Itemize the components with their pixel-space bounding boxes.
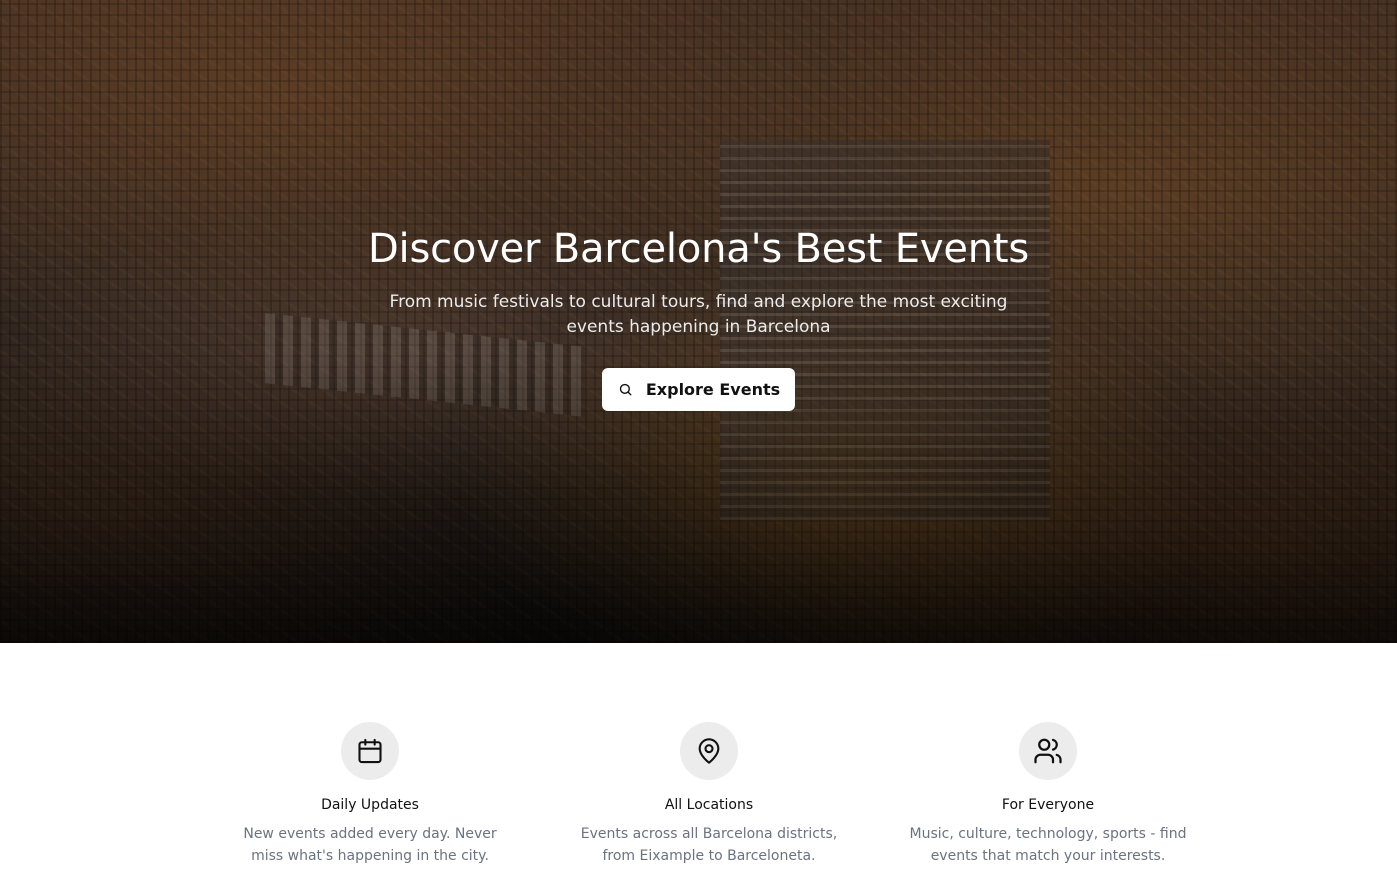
feature-all-locations: All Locations Events across all Barcelon… xyxy=(559,722,859,867)
search-icon xyxy=(618,382,633,397)
feature-for-everyone: For Everyone Music, culture, technology,… xyxy=(898,722,1198,867)
calendar-icon xyxy=(341,722,399,780)
feature-daily-updates: Daily Updates New events added every day… xyxy=(220,722,520,867)
hero-content: Discover Barcelona's Best Events From mu… xyxy=(0,222,1397,411)
explore-events-button[interactable]: Explore Events xyxy=(601,368,796,411)
features-section: Daily Updates New events added every day… xyxy=(0,643,1397,884)
map-pin-icon xyxy=(680,722,738,780)
users-icon xyxy=(1019,722,1077,780)
feature-title: For Everyone xyxy=(1001,797,1095,813)
feature-description: Music, culture, technology, sports - fin… xyxy=(909,826,1187,864)
hero-section: Discover Barcelona's Best Events From mu… xyxy=(0,0,1397,643)
explore-events-label: Explore Events xyxy=(645,380,781,399)
feature-description: New events added every day. Never miss w… xyxy=(243,826,497,864)
hero-subtitle: From music festivals to cultural tours, … xyxy=(389,292,1008,337)
feature-title: All Locations xyxy=(664,797,754,813)
feature-title: Daily Updates xyxy=(321,797,419,813)
feature-description: Events across all Barcelona districts, f… xyxy=(580,826,838,864)
hero-title: Discover Barcelona's Best Events xyxy=(367,226,1030,272)
